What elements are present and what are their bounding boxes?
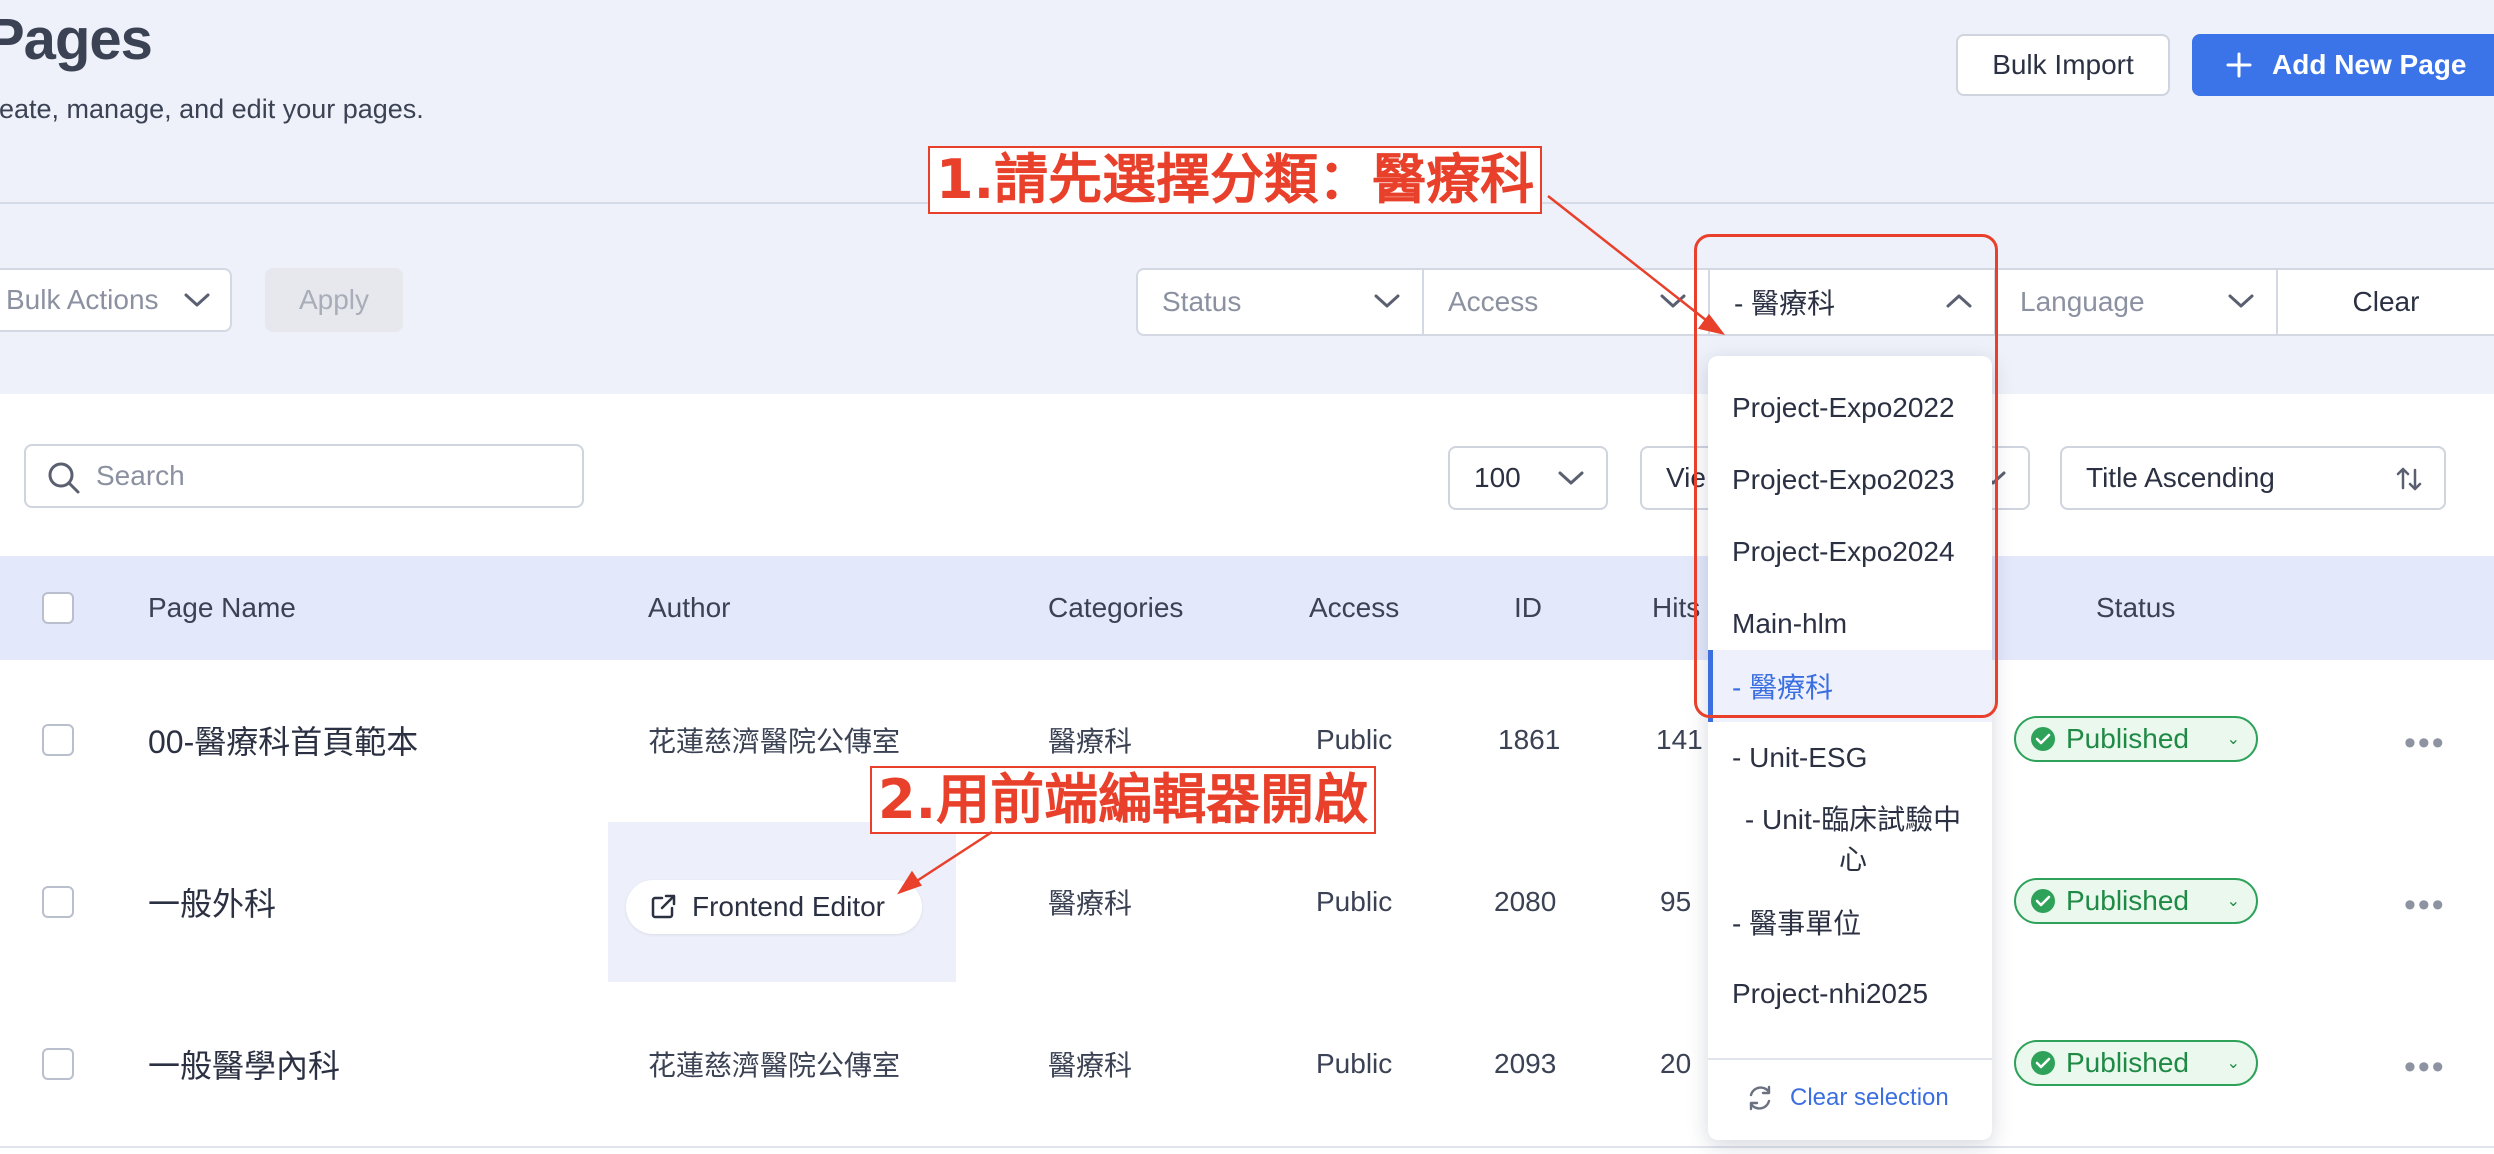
check-circle-icon bbox=[2031, 1051, 2055, 1075]
search-placeholder: Search bbox=[96, 460, 185, 491]
row-checkbox[interactable] bbox=[42, 886, 74, 918]
annotation-highlight-box bbox=[1694, 234, 1998, 718]
author-cell: 花蓮慈濟醫院公傳室 bbox=[648, 726, 901, 757]
table-row[interactable]: 一般外科 Frontend Editor 醫療科 Public 2080 95 … bbox=[0, 822, 2494, 986]
category-cell: 醫療科 bbox=[1048, 888, 1133, 919]
page-name-link[interactable]: 一般醫學內科 bbox=[148, 984, 340, 1144]
access-filter-label: Access bbox=[1448, 286, 1539, 317]
page-name-link[interactable]: 一般外科 bbox=[148, 822, 276, 982]
status-label: Published bbox=[2066, 1047, 2189, 1078]
search-icon bbox=[48, 462, 80, 494]
status-badge[interactable]: Published ⌄ bbox=[2014, 1040, 2258, 1086]
category-option[interactable]: - Unit-ESG bbox=[1708, 722, 1992, 794]
sort-select-label: Title Ascending bbox=[2086, 462, 2275, 493]
add-new-page-button[interactable]: Add New Page bbox=[2192, 34, 2494, 96]
table-header: Page Name Author Categories Access ID Hi… bbox=[0, 556, 2494, 660]
sort-arrows-icon bbox=[2396, 467, 2422, 491]
status-filter-label: Status bbox=[1162, 286, 1242, 317]
access-cell: Public bbox=[1316, 886, 1393, 917]
page-subtitle: reate, manage, and edit your pages. bbox=[0, 94, 424, 124]
chevron-down-icon: ⌄ bbox=[2226, 731, 2240, 748]
more-actions-icon[interactable]: ••• bbox=[2404, 724, 2446, 763]
language-filter[interactable]: Language bbox=[1996, 270, 2278, 334]
page-title: Pages bbox=[0, 7, 153, 72]
annotation-step2: 2.用前端編輯器開啟 bbox=[870, 766, 1377, 834]
check-circle-icon bbox=[2031, 889, 2055, 913]
language-filter-label: Language bbox=[2020, 286, 2145, 317]
sort-select[interactable]: Title Ascending bbox=[2060, 446, 2446, 510]
more-actions-icon[interactable]: ••• bbox=[2404, 886, 2446, 925]
column-author[interactable]: Author bbox=[648, 556, 731, 660]
clear-selection-label: Clear selection bbox=[1790, 1084, 1949, 1111]
clear-filters-label: Clear bbox=[2352, 286, 2420, 317]
annotation-step1: 1.請先選擇分類：醫療科 bbox=[928, 146, 1543, 214]
per-page-value: 100 bbox=[1474, 462, 1521, 493]
status-label: Published bbox=[2066, 885, 2189, 916]
refresh-icon bbox=[1749, 1085, 1771, 1111]
status-badge[interactable]: Published ⌄ bbox=[2014, 716, 2258, 762]
id-cell: 2080 bbox=[1494, 886, 1557, 917]
status-filter[interactable]: Status bbox=[1138, 270, 1424, 334]
bulk-import-button[interactable]: Bulk Import bbox=[1956, 34, 2170, 96]
page-name-link[interactable]: 00-醫療科首頁範本 bbox=[148, 660, 418, 820]
frontend-editor-label: Frontend Editor bbox=[692, 891, 885, 922]
frontend-editor-button[interactable]: Frontend Editor bbox=[626, 880, 922, 934]
apply-button[interactable]: Apply bbox=[265, 268, 403, 332]
id-cell: 2093 bbox=[1494, 1048, 1557, 1079]
column-page-name[interactable]: Page Name bbox=[148, 556, 296, 660]
check-circle-icon bbox=[2031, 727, 2055, 751]
add-new-page-label: Add New Page bbox=[2272, 49, 2467, 80]
id-cell: 1861 bbox=[1498, 724, 1561, 755]
access-filter[interactable]: Access bbox=[1424, 270, 1710, 334]
plus-icon bbox=[2226, 52, 2252, 78]
chevron-down-icon bbox=[1558, 471, 1584, 485]
clear-selection-button[interactable]: Clear selection bbox=[1746, 1084, 1949, 1112]
category-option[interactable]: - 醫事單位 bbox=[1708, 886, 1992, 958]
clear-filters-button[interactable]: Clear bbox=[2278, 270, 2494, 334]
category-cell: 醫療科 bbox=[1048, 1050, 1133, 1081]
chevron-down-icon: ⌄ bbox=[2226, 893, 2240, 910]
dropdown-divider bbox=[1708, 1058, 1992, 1060]
column-id[interactable]: ID bbox=[1514, 556, 1542, 660]
chevron-down-icon bbox=[2228, 294, 2254, 308]
column-categories[interactable]: Categories bbox=[1048, 556, 1183, 660]
hits-cell: 20 bbox=[1660, 1048, 1692, 1079]
chevron-down-icon bbox=[1660, 294, 1686, 308]
row-checkbox[interactable] bbox=[42, 724, 74, 756]
select-all-checkbox[interactable] bbox=[42, 592, 74, 624]
column-status[interactable]: Status bbox=[2096, 556, 2175, 660]
row-checkbox[interactable] bbox=[42, 1048, 74, 1080]
table-row[interactable]: 一般醫學內科 花蓮慈濟醫院公傳室 醫療科 Public 2093 20 Publ… bbox=[0, 984, 2494, 1148]
hits-cell: 95 bbox=[1660, 886, 1692, 917]
chevron-down-icon bbox=[184, 293, 210, 307]
bulk-actions-label: Bulk Actions bbox=[6, 284, 159, 315]
author-cell: 花蓮慈濟醫院公傳室 bbox=[648, 1050, 901, 1081]
status-badge[interactable]: Published ⌄ bbox=[2014, 878, 2258, 924]
per-page-select[interactable]: 100 bbox=[1448, 446, 1608, 510]
bulk-actions-select[interactable]: Bulk Actions bbox=[0, 268, 232, 332]
category-option[interactable]: Project-nhi2025 bbox=[1708, 958, 1992, 1030]
external-link-icon bbox=[651, 894, 676, 919]
more-actions-icon[interactable]: ••• bbox=[2404, 1048, 2446, 1087]
chevron-down-icon: ⌄ bbox=[2226, 1055, 2240, 1072]
column-hits[interactable]: Hits bbox=[1652, 556, 1700, 660]
status-label: Published bbox=[2066, 723, 2189, 754]
column-access[interactable]: Access bbox=[1309, 556, 1399, 660]
chevron-down-icon bbox=[1374, 294, 1400, 308]
access-cell: Public bbox=[1316, 1048, 1393, 1079]
search-input[interactable]: Search bbox=[24, 444, 584, 508]
category-option[interactable]: - Unit-臨床試驗中心 bbox=[1708, 796, 1992, 884]
